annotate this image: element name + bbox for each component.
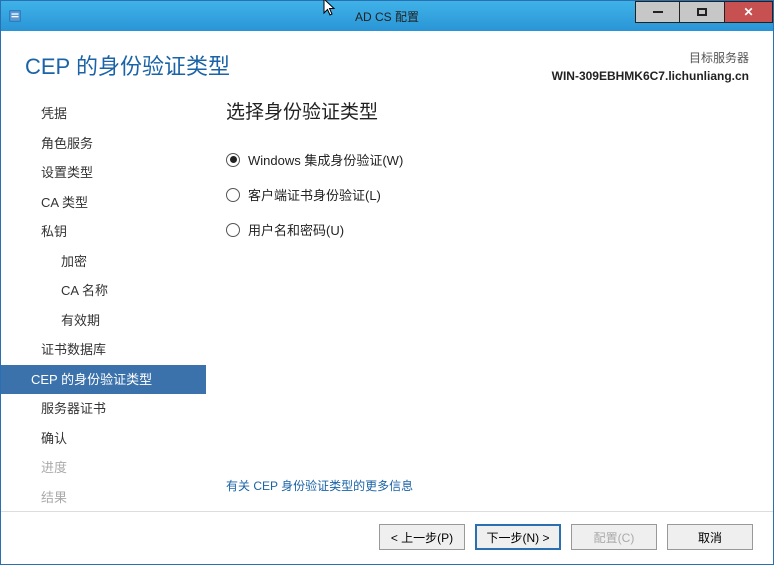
sidebar-item-12: 进度 xyxy=(1,453,206,483)
auth-options: Windows 集成身份验证(W) 客户端证书身份验证(L) 用户名和密码(U) xyxy=(226,150,749,255)
maximize-button[interactable] xyxy=(680,1,725,23)
wizard-window: AD CS 配置 ✕ CEP 的身份验证类型 目标服务器 WIN-309EBHM… xyxy=(0,0,774,565)
app-icon xyxy=(1,9,29,23)
content-heading: 选择身份验证类型 xyxy=(226,97,749,124)
sidebar-item-13: 结果 xyxy=(1,483,206,513)
more-info-link[interactable]: 有关 CEP 身份验证类型的更多信息 xyxy=(226,479,413,493)
sidebar-item-3[interactable]: CA 类型 xyxy=(1,188,206,218)
cancel-button[interactable]: 取消 xyxy=(667,524,753,550)
target-server-value: WIN-309EBHMK6C7.lichunliang.cn xyxy=(552,67,749,85)
target-server-block: 目标服务器 WIN-309EBHMK6C7.lichunliang.cn xyxy=(552,49,749,85)
auth-option-label: 用户名和密码(U) xyxy=(248,220,344,239)
sidebar-item-0[interactable]: 凭据 xyxy=(1,99,206,129)
prev-button[interactable]: < 上一步(P) xyxy=(379,524,465,550)
radio-icon xyxy=(226,188,240,202)
sidebar-nav: 凭据角色服务设置类型CA 类型私钥加密CA 名称有效期证书数据库CEP 的身份验… xyxy=(1,93,206,511)
sidebar-item-8[interactable]: 证书数据库 xyxy=(1,335,206,365)
sidebar-item-7[interactable]: 有效期 xyxy=(1,306,206,336)
sidebar-item-5[interactable]: 加密 xyxy=(1,247,206,277)
content-pane: 选择身份验证类型 Windows 集成身份验证(W) 客户端证书身份验证(L) 用户… xyxy=(206,93,769,511)
header: CEP 的身份验证类型 目标服务器 WIN-309EBHMK6C7.lichun… xyxy=(1,31,773,93)
radio-icon xyxy=(226,153,240,167)
sidebar-item-2[interactable]: 设置类型 xyxy=(1,158,206,188)
sidebar-item-11[interactable]: 确认 xyxy=(1,424,206,454)
page-title: CEP 的身份验证类型 xyxy=(25,49,230,81)
next-button[interactable]: 下一步(N) > xyxy=(475,524,561,550)
sidebar-item-4[interactable]: 私钥 xyxy=(1,217,206,247)
sidebar-item-10[interactable]: 服务器证书 xyxy=(1,394,206,424)
body: 凭据角色服务设置类型CA 类型私钥加密CA 名称有效期证书数据库CEP 的身份验… xyxy=(1,93,773,511)
title-bar[interactable]: AD CS 配置 ✕ xyxy=(1,1,773,31)
sidebar-item-9[interactable]: CEP 的身份验证类型 xyxy=(1,365,206,395)
auth-option-1[interactable]: 客户端证书身份验证(L) xyxy=(226,185,749,204)
more-info-row: 有关 CEP 身份验证类型的更多信息 xyxy=(226,477,749,495)
sidebar-item-6[interactable]: CA 名称 xyxy=(1,276,206,306)
sidebar-item-1[interactable]: 角色服务 xyxy=(1,129,206,159)
auth-option-label: 客户端证书身份验证(L) xyxy=(248,185,381,204)
window-controls: ✕ xyxy=(635,1,773,23)
auth-option-label: Windows 集成身份验证(W) xyxy=(248,150,403,169)
minimize-button[interactable] xyxy=(635,1,680,23)
target-server-label: 目标服务器 xyxy=(552,49,749,67)
radio-icon xyxy=(226,223,240,237)
configure-button[interactable]: 配置(C) xyxy=(571,524,657,550)
close-button[interactable]: ✕ xyxy=(725,1,773,23)
footer-buttons: < 上一步(P) 下一步(N) > 配置(C) 取消 xyxy=(1,511,773,564)
auth-option-2[interactable]: 用户名和密码(U) xyxy=(226,220,749,239)
auth-option-0[interactable]: Windows 集成身份验证(W) xyxy=(226,150,749,169)
